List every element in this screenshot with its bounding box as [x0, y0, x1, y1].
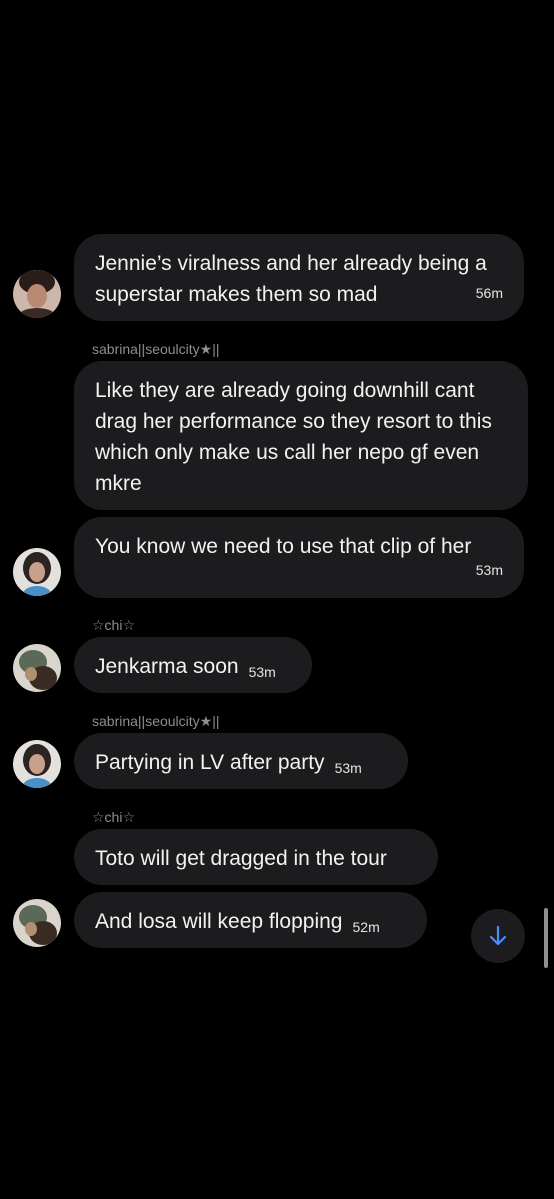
sender-name[interactable]: ☆chi☆ — [92, 617, 135, 634]
message-text: Jenkarma soon — [95, 655, 239, 678]
message-bubble[interactable]: You know we need to use that clip of her… — [74, 517, 524, 598]
message-time: 53m — [334, 760, 362, 776]
message-text: And losa will keep flopping — [95, 910, 343, 933]
message-bubble[interactable]: Jenkarma soon 53m — [74, 637, 312, 693]
message-bubble[interactable]: Jennie’s viralness and her already being… — [74, 234, 524, 321]
message-text: Toto will get dragged in the tour — [95, 847, 387, 870]
message-time: 56m — [475, 285, 503, 301]
message-text: You know we need to use that clip of her — [95, 535, 472, 558]
message-time: 53m — [248, 664, 276, 680]
avatar-user-2[interactable] — [13, 740, 61, 788]
message-bubble[interactable]: And losa will keep flopping 52m — [74, 892, 427, 948]
message-bubble[interactable]: Toto will get dragged in the tour — [74, 829, 438, 885]
sender-name[interactable]: ☆chi☆ — [92, 809, 135, 826]
message-time: 53m — [475, 562, 503, 578]
scroll-to-bottom-button[interactable] — [471, 909, 525, 963]
avatar-user-1[interactable] — [13, 270, 61, 318]
arrow-down-icon — [489, 925, 507, 946]
sender-name[interactable]: sabrina||seoulcity★|| — [92, 341, 219, 358]
message-time: 52m — [352, 919, 380, 935]
sender-name[interactable]: sabrina||seoulcity★|| — [92, 713, 219, 730]
message-text: Jennie’s viralness and her already being… — [95, 252, 487, 306]
scrollbar-thumb[interactable] — [544, 908, 548, 968]
avatar-user-2[interactable] — [13, 548, 61, 596]
avatar-user-3[interactable] — [13, 899, 61, 947]
message-text: Like they are already going downhill can… — [95, 379, 492, 495]
avatar-user-3[interactable] — [13, 644, 61, 692]
message-text: Partying in LV after party — [95, 751, 325, 774]
message-bubble[interactable]: Like they are already going downhill can… — [74, 361, 528, 510]
message-bubble[interactable]: Partying in LV after party 53m — [74, 733, 408, 789]
